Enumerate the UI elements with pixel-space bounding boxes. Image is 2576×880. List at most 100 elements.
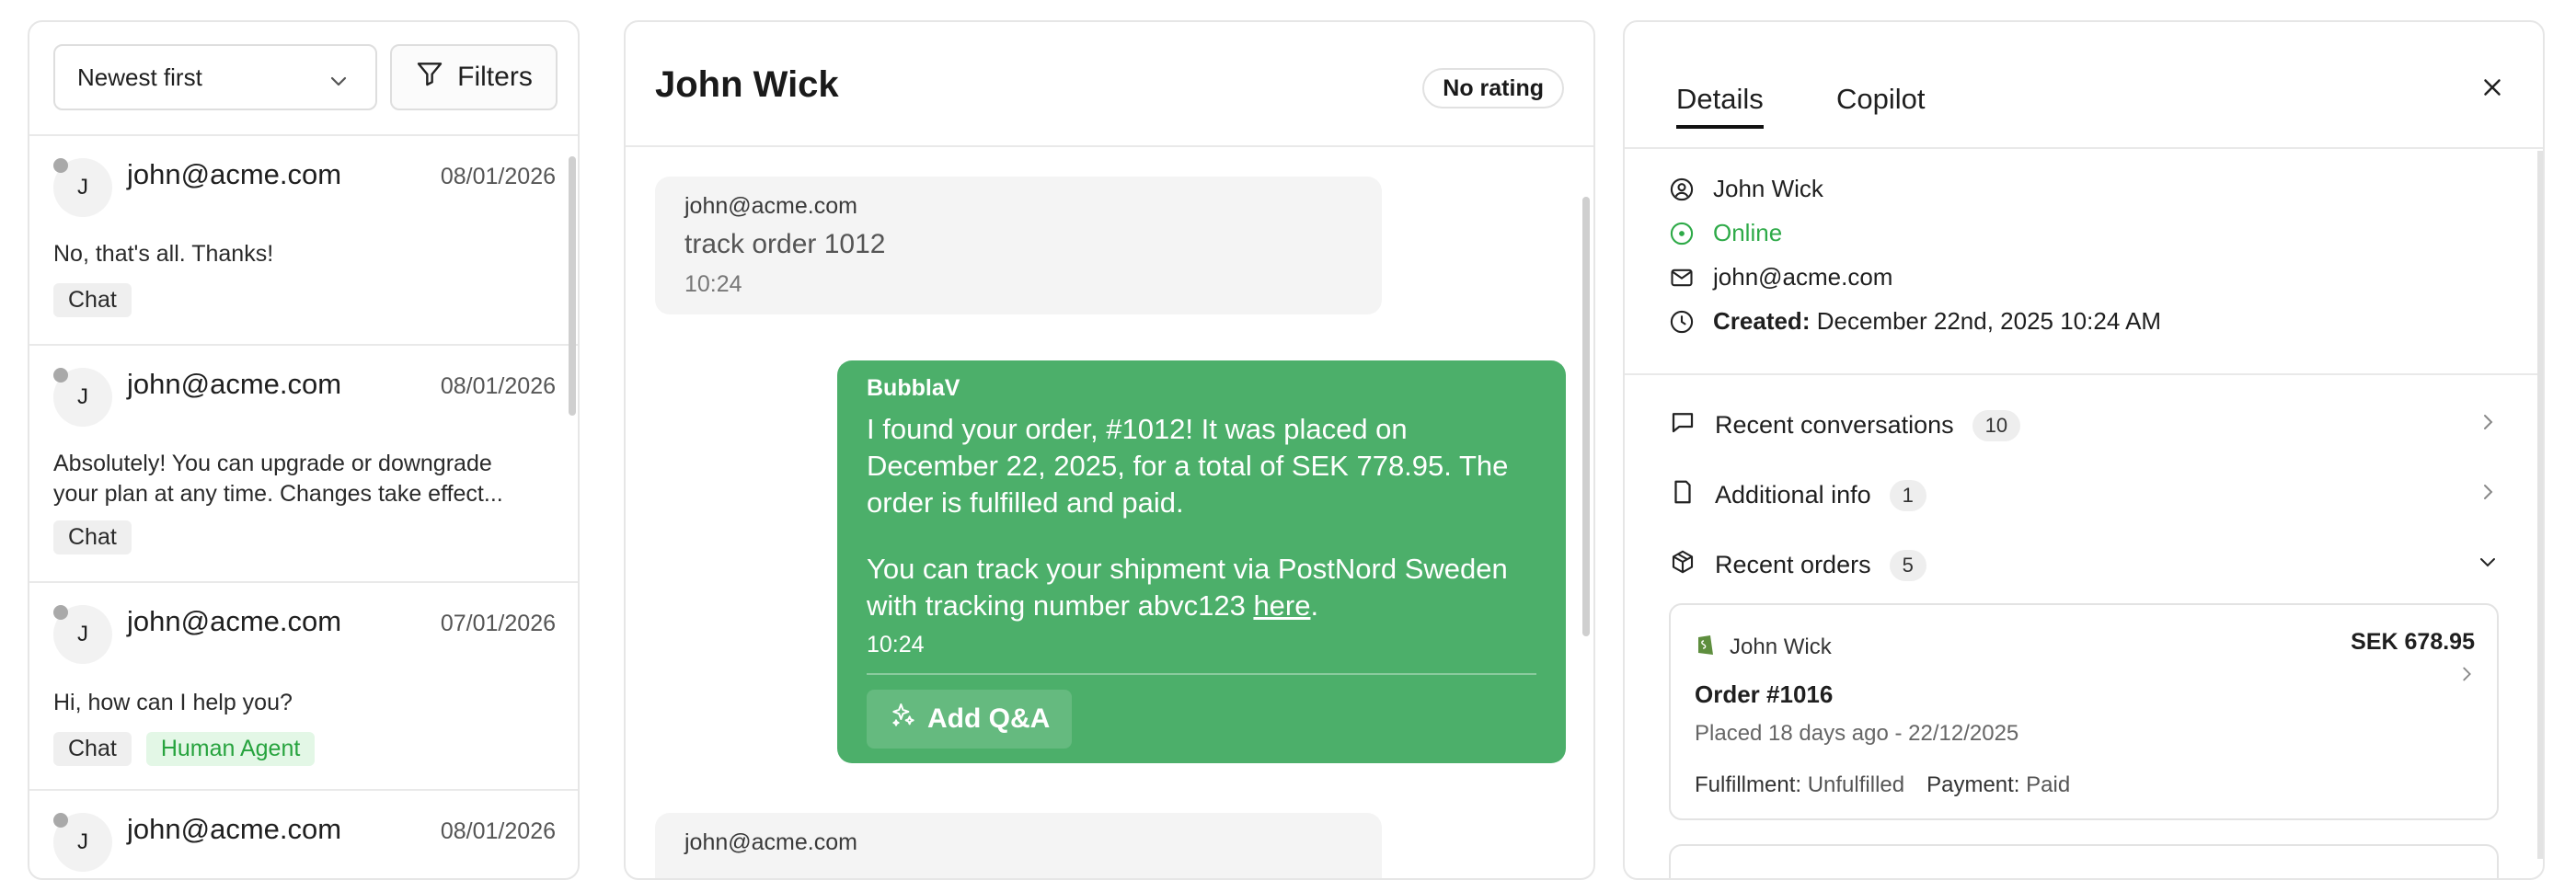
contact-email-row: john@acme.com: [1669, 263, 1892, 291]
online-status-icon: [1669, 221, 1695, 246]
fulfillment-label: Fulfillment:: [1695, 772, 1802, 797]
tab-copilot[interactable]: Copilot: [1836, 83, 1926, 116]
section-count: 10: [1972, 409, 2021, 441]
shopify-icon: [1695, 631, 1717, 663]
contact-name: John Wick: [1713, 175, 1823, 202]
chevron-down-icon: [2477, 551, 2499, 579]
presence-dot: [53, 158, 68, 173]
tab-details[interactable]: Details: [1676, 83, 1764, 129]
document-icon: [1669, 478, 1696, 512]
rating-badge: No rating: [1422, 68, 1564, 109]
details-panel: Details Copilot John Wick Online john@ac…: [1623, 20, 2545, 880]
presence-dot: [53, 813, 68, 828]
order-customer-name: John Wick: [1730, 634, 1832, 659]
order-status: Fulfillment: Unfulfilled Payment: Paid: [1695, 772, 2070, 798]
chat-scrollbar[interactable]: [1582, 197, 1590, 636]
list-scrollbar[interactable]: [569, 156, 576, 416]
payment-value: Paid: [2026, 772, 2071, 797]
chat-header: John Wick No rating: [626, 22, 1593, 147]
conversation-preview: No, that's all. Thanks!: [53, 241, 274, 267]
sort-select[interactable]: Newest first: [53, 44, 377, 110]
add-qa-button[interactable]: Add Q&A: [867, 690, 1073, 749]
channel-tag: Chat: [53, 520, 132, 554]
conversation-item[interactable]: J john@acme.com 07/01/2026 Hi, how can I…: [29, 583, 578, 791]
details-header: Details Copilot: [1625, 22, 2543, 149]
message-text: I found your order, #1012! It was placed…: [867, 411, 1536, 624]
contact-info: John Wick Online john@acme.com Created: …: [1625, 147, 2543, 375]
filters-label: Filters: [457, 62, 533, 92]
message-paragraph: You can track your shipment via PostNord…: [867, 551, 1536, 624]
add-qa-label: Add Q&A: [927, 703, 1051, 734]
message-sender: BubblaV: [867, 375, 960, 401]
human-agent-tag: Human Agent: [145, 732, 316, 766]
chat-title: John Wick: [655, 64, 839, 105]
conversation-list: J john@acme.com 08/01/2026 No, that's al…: [29, 136, 578, 878]
section-count: 5: [1889, 549, 1926, 581]
channel-tag: Chat: [53, 283, 132, 317]
channel-tag: Chat: [53, 732, 132, 766]
presence-dot: [53, 368, 68, 383]
conversation-tags: Chat: [53, 283, 132, 317]
order-total: SEK 678.95: [2351, 629, 2475, 655]
chevron-right-icon: [2477, 481, 2499, 509]
message-text: track order 1012: [684, 229, 886, 259]
conversation-list-panel: Newest first Filters J john@acme.com 08/…: [28, 20, 580, 880]
divider: [867, 673, 1536, 675]
created-row: Created: December 22nd, 2025 10:24 AM: [1669, 307, 2161, 336]
chat-bubble-icon: [1669, 408, 1696, 442]
clock-icon: [1669, 309, 1695, 335]
bot-message: BubblaV I found your order, #1012! It wa…: [837, 360, 1566, 763]
tracking-link[interactable]: here: [1253, 589, 1310, 622]
payment-label: Payment:: [1926, 772, 2020, 797]
contact-status: Online: [1713, 219, 1783, 246]
chevron-right-icon: [2477, 411, 2499, 440]
conversation-tags: Chat: [53, 520, 132, 554]
message-sender: john@acme.com: [684, 829, 857, 855]
section-label: Additional info: [1715, 481, 1871, 509]
created-label: Created:: [1713, 307, 1811, 335]
filters-button[interactable]: Filters: [390, 44, 558, 110]
conversation-date: 08/01/2026: [440, 818, 556, 844]
chevron-down-icon: [328, 70, 350, 98]
order-placed: Placed 18 days ago - 22/12/2025: [1695, 721, 2019, 746]
filter-icon: [415, 59, 444, 96]
recent-orders-section[interactable]: Recent orders 5: [1669, 548, 2499, 582]
chat-panel: John Wick No rating john@acme.com track …: [624, 20, 1595, 880]
conversation-email: john@acme.com: [127, 605, 342, 637]
section-label: Recent orders: [1715, 551, 1871, 578]
message-paragraph: I found your order, #1012! It was placed…: [867, 413, 1509, 519]
contact-name-row: John Wick: [1669, 175, 1823, 203]
chevron-right-icon: [2456, 664, 2477, 689]
message-time: 10:24: [684, 271, 742, 297]
sparkle-icon: [889, 701, 918, 737]
conversation-preview: Hi, how can I help you?: [53, 690, 293, 715]
user-message: john@acme.com: [655, 813, 1382, 878]
package-icon: [1669, 548, 1696, 582]
conversation-email: john@acme.com: [127, 368, 342, 400]
conversation-email: john@acme.com: [127, 158, 342, 190]
conversation-item[interactable]: J john@acme.com 08/01/2026 No, that's al…: [29, 136, 578, 346]
conversation-item[interactable]: J john@acme.com 08/01/2026: [29, 791, 578, 878]
conversation-date: 08/01/2026: [440, 164, 556, 189]
order-number: Order #1016: [1695, 680, 1834, 708]
contact-status-row: Online: [1669, 219, 1782, 247]
conversation-email: john@acme.com: [127, 813, 342, 845]
user-message: john@acme.com track order 1012 10:24: [655, 177, 1382, 314]
contact-email: john@acme.com: [1713, 263, 1893, 291]
close-icon[interactable]: [2478, 74, 2506, 106]
mail-icon: [1669, 265, 1695, 291]
recent-conversations-section[interactable]: Recent conversations 10: [1669, 408, 2499, 442]
conversation-preview: Absolutely! You can upgrade or downgrade…: [53, 451, 503, 507]
additional-info-section[interactable]: Additional info 1: [1669, 478, 2499, 512]
user-circle-icon: [1669, 177, 1695, 202]
fulfillment-value: Unfulfilled: [1807, 772, 1905, 797]
message-time: 10:24: [867, 632, 925, 657]
conversation-tags: Chat Human Agent: [53, 732, 316, 766]
details-scrollbar[interactable]: [2537, 151, 2543, 859]
order-card[interactable]: [1669, 844, 2499, 878]
order-card[interactable]: John Wick SEK 678.95 Order #1016 Placed …: [1669, 603, 2499, 820]
conversation-date: 07/01/2026: [440, 611, 556, 636]
conversation-item[interactable]: J john@acme.com 08/01/2026 Absolutely! Y…: [29, 346, 578, 583]
conversation-date: 08/01/2026: [440, 373, 556, 399]
section-count: 1: [1889, 479, 1926, 511]
